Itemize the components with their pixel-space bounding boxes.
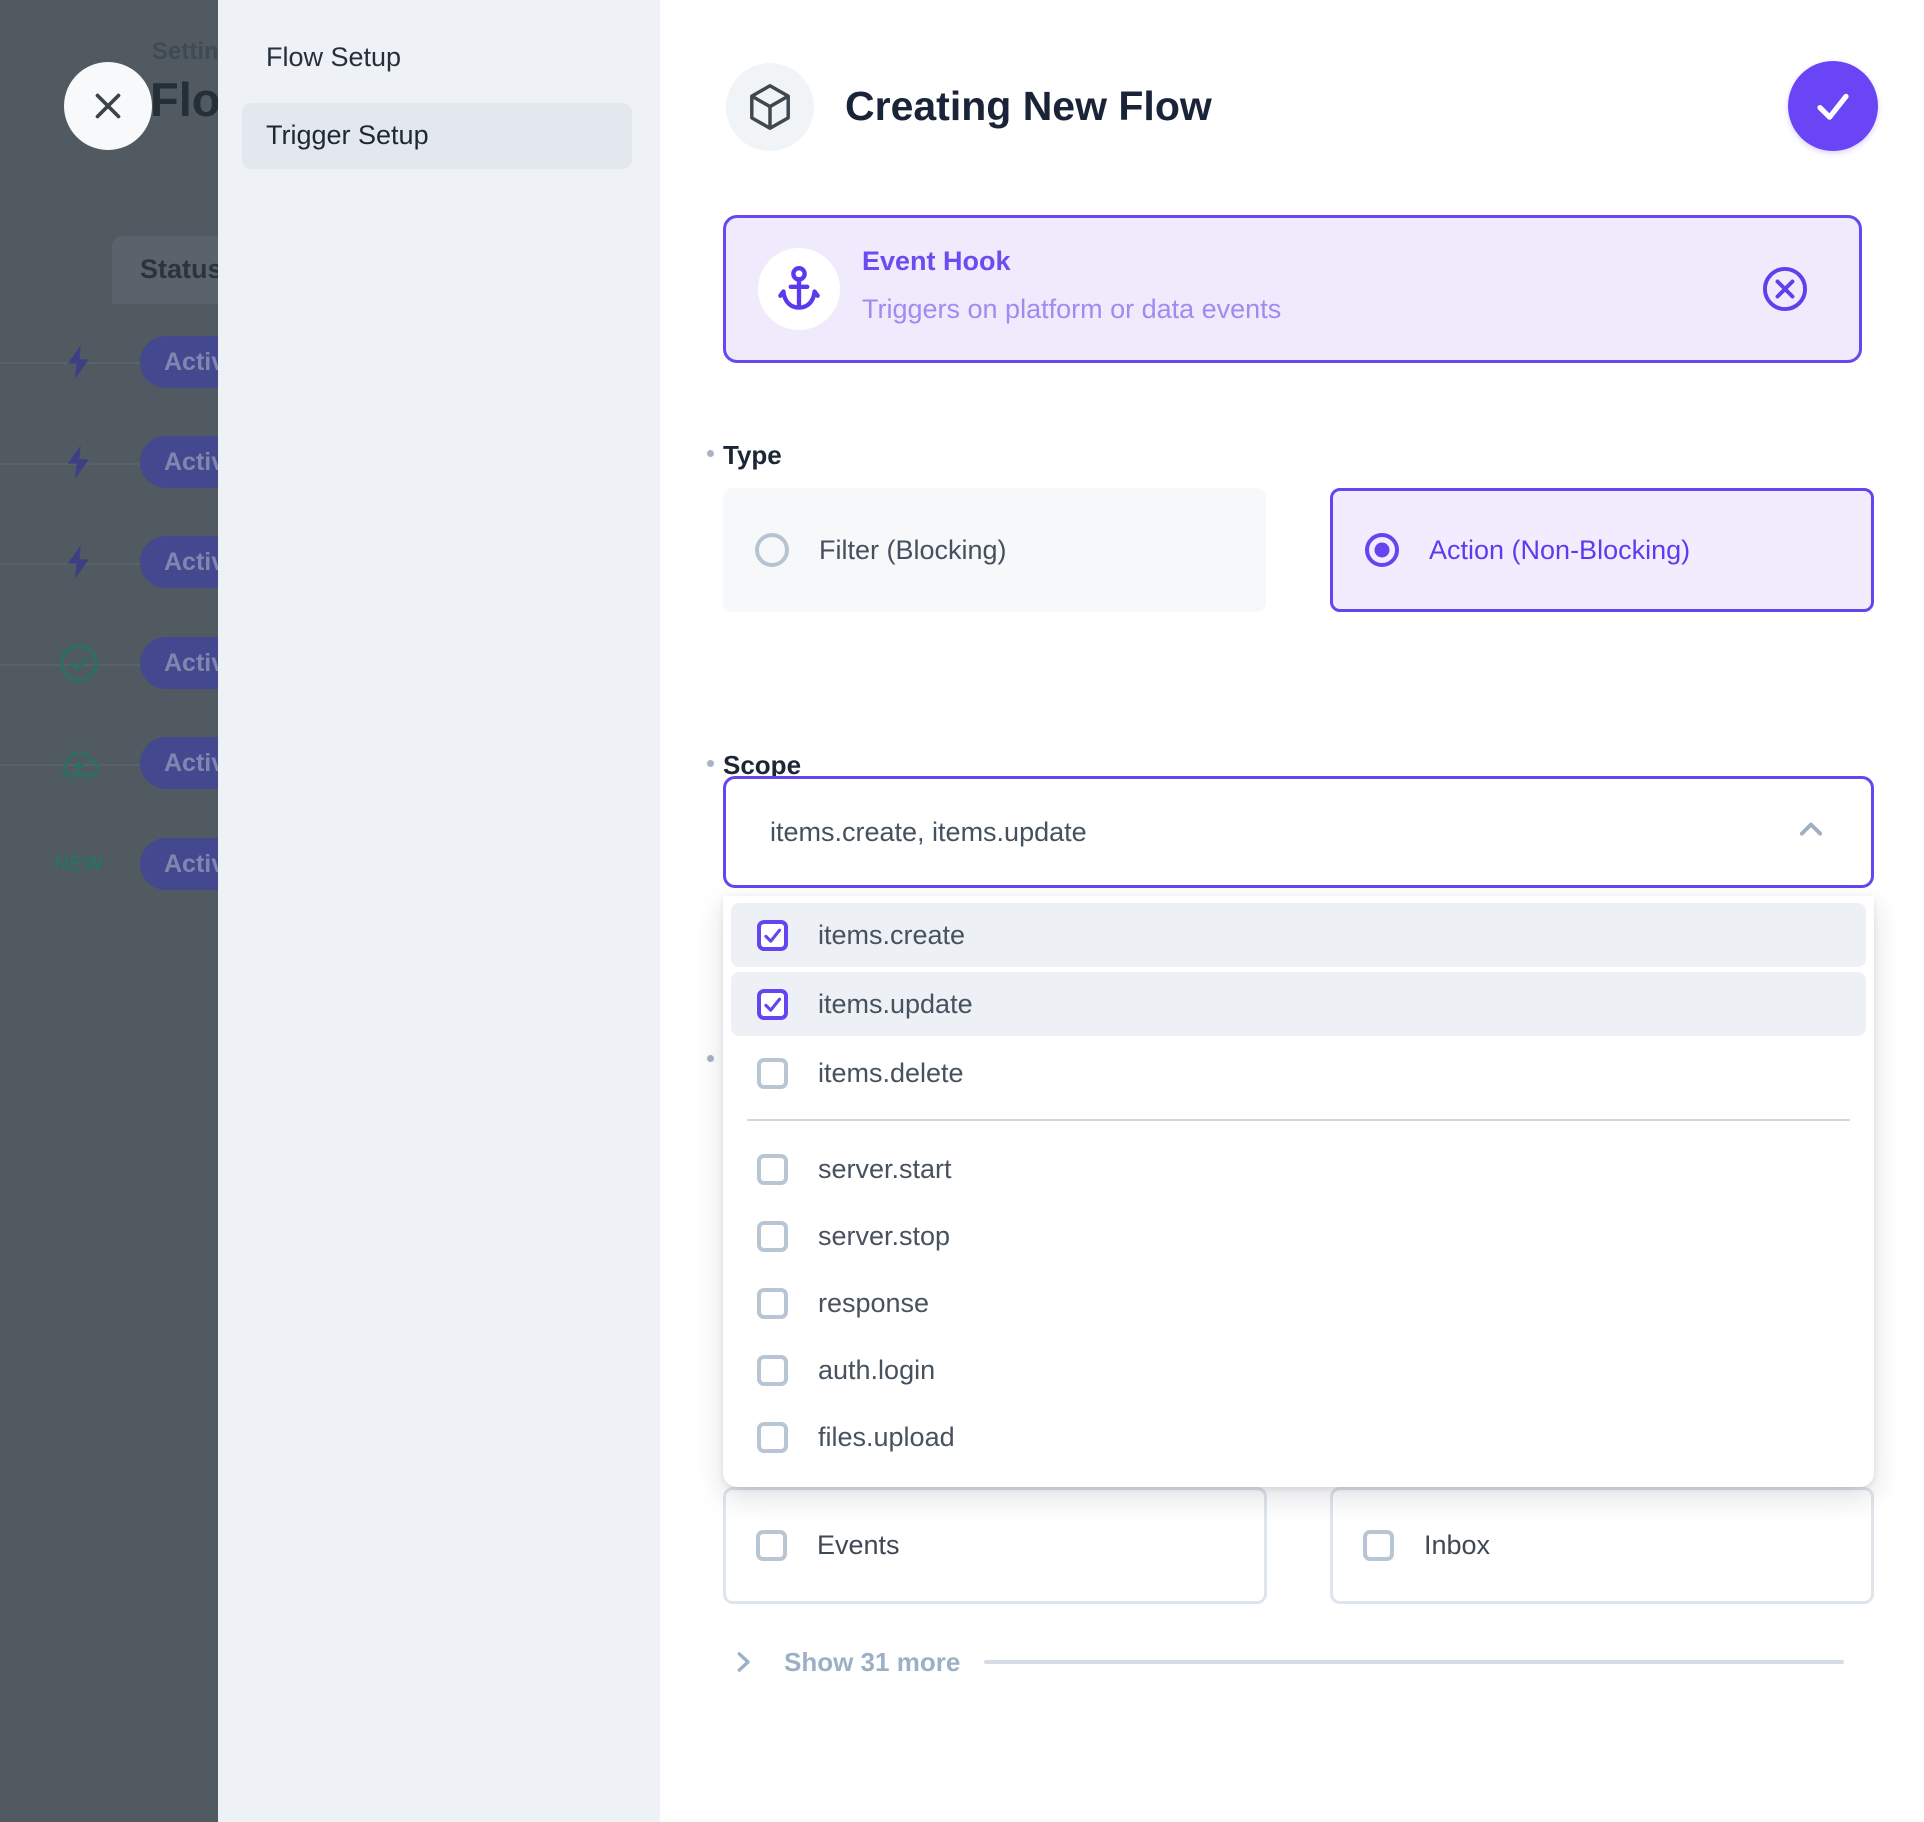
x-circle-icon [1757,261,1813,317]
scope-option-response[interactable]: response [731,1271,1866,1335]
close-icon [87,85,129,127]
required-dot [707,760,714,767]
close-drawer-button[interactable] [64,62,152,150]
scope-option-server-stop[interactable]: server.stop [731,1204,1866,1268]
drawer-nav: Flow Setup Trigger Setup [218,0,660,1822]
checkbox-unchecked-icon [757,1355,788,1386]
save-flow-button[interactable] [1788,61,1878,151]
scope-options-dropdown: items.create items.update items.delete s… [723,896,1874,1487]
deselect-trigger-button[interactable] [1757,261,1813,317]
table-row: Active [0,613,218,713]
checkbox-unchecked-icon [757,1422,788,1453]
scope-option-items-delete[interactable]: items.delete [731,1041,1866,1105]
checkbox-unchecked-icon [756,1530,787,1561]
nav-item-flow-setup[interactable]: Flow Setup [266,42,401,73]
dimmed-background: Settings Flows Status Active Active Acti… [0,0,218,1822]
radio-on-icon [1365,533,1399,567]
status-badge: Active [140,436,218,488]
scope-option-files-upload[interactable]: files.upload [731,1405,1866,1469]
type-option-filter[interactable]: Filter (Blocking) [723,488,1266,612]
nav-item-trigger-setup[interactable]: Trigger Setup [266,120,429,151]
checkbox-unchecked-icon [757,1058,788,1089]
type-section-label: Type [723,440,782,471]
status-badge: Active [140,536,218,588]
cloud-upload-icon [56,740,102,786]
required-dot [707,450,714,457]
status-column-header: Status [112,236,218,304]
table-row: Active [0,512,218,612]
show-more-divider [984,1660,1844,1664]
collection-card-events[interactable]: Events [723,1487,1267,1604]
checkbox-unchecked-icon [1363,1530,1394,1561]
status-badge: Active [140,637,218,689]
anchor-icon [758,248,840,330]
dropdown-divider [747,1119,1850,1121]
scope-option-items-create[interactable]: items.create [731,903,1866,967]
new-label: NEW [56,841,102,887]
creating-new-flow-screen: Settings Flows Status Active Active Acti… [0,0,1924,1822]
collection-card-inbox[interactable]: Inbox [1330,1487,1874,1604]
bolt-icon [56,539,102,585]
scope-select[interactable]: items.create, items.update [723,776,1874,888]
scope-option-auth-login[interactable]: auth.login [731,1338,1866,1402]
table-row: Active [0,713,218,813]
scope-option-server-start[interactable]: server.start [731,1137,1866,1201]
checkbox-unchecked-icon [757,1154,788,1185]
bolt-icon [56,339,102,385]
check-icon [1809,82,1857,130]
trigger-type-subtitle: Triggers on platform or data events [862,294,1281,325]
page-title-flows: Flows [150,72,218,127]
dialog-title: Creating New Flow [845,83,1212,130]
type-option-action[interactable]: Action (Non-Blocking) [1330,488,1874,612]
checkbox-unchecked-icon [757,1288,788,1319]
event-hook-banner[interactable]: Event Hook Triggers on platform or data … [723,215,1862,363]
bolt-icon [56,439,102,485]
chevron-right-icon [728,1647,758,1677]
checkbox-checked-icon [757,989,788,1020]
scope-option-items-update[interactable]: items.update [731,972,1866,1036]
required-dot [707,1055,714,1062]
status-badge: Active [140,838,218,890]
table-row: NEW Active [0,814,218,914]
radio-off-icon [755,533,789,567]
status-badge: Active [140,336,218,388]
show-more-button[interactable]: Show 31 more [728,1640,1874,1684]
table-row: Active [0,412,218,512]
checkbox-checked-icon [757,920,788,951]
trigger-type-title: Event Hook [862,246,1011,277]
chevron-up-icon [1791,810,1831,855]
status-badge: Active [140,737,218,789]
flow-cube-icon [726,63,814,151]
scope-select-value: items.create, items.update [770,817,1087,848]
checkbox-unchecked-icon [757,1221,788,1252]
table-row: Active [0,312,218,412]
check-circle-icon [56,640,102,686]
breadcrumb: Settings [152,38,218,66]
